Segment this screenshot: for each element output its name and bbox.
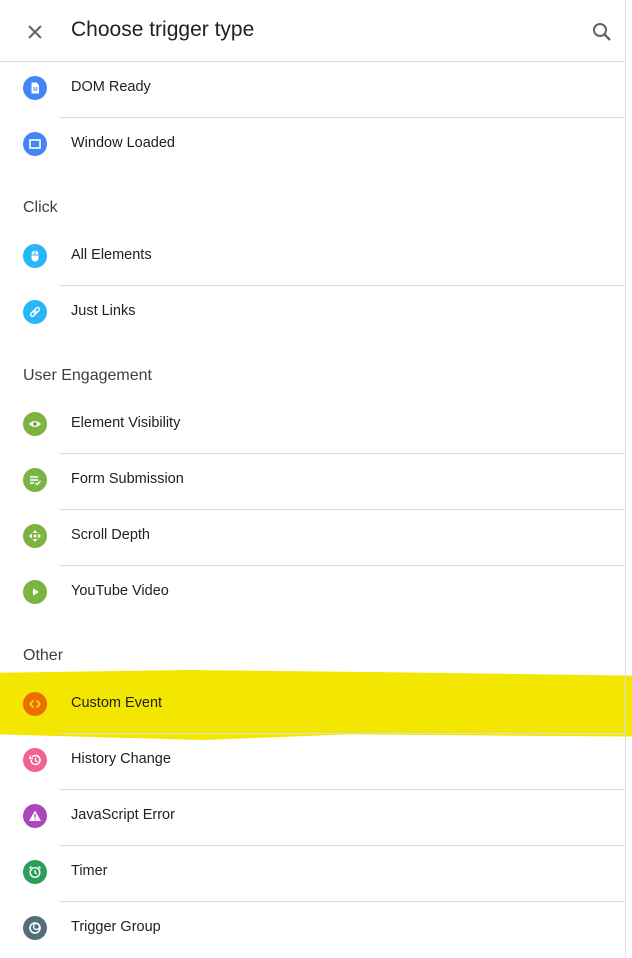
section-heading: Other	[0, 622, 626, 678]
link-icon	[23, 300, 47, 324]
trigger-type-label: All Elements	[71, 247, 152, 263]
trigger-type-trigger-group[interactable]: Trigger Group	[0, 902, 626, 958]
search-icon	[593, 23, 611, 41]
history-icon	[23, 748, 47, 772]
trigger-type-label: Element Visibility	[71, 415, 181, 431]
trigger-type-youtube-video[interactable]: YouTube Video	[0, 566, 626, 622]
trigger-type-label: Window Loaded	[71, 135, 175, 151]
play-icon	[23, 580, 47, 604]
trigger-type-all-elements[interactable]: All Elements	[0, 230, 626, 286]
trigger-type-label: Form Submission	[71, 471, 184, 487]
trigger-type-timer[interactable]: Timer	[0, 846, 626, 902]
dialog-header: Choose trigger type	[0, 0, 626, 62]
search-button[interactable]	[588, 18, 616, 46]
section-heading: Click	[0, 174, 626, 230]
trigger-type-history-change[interactable]: History Change	[0, 734, 626, 790]
close-icon	[28, 25, 42, 39]
trigger-type-label: DOM Ready	[71, 79, 151, 95]
trigger-group-icon	[23, 916, 47, 940]
move-arrows-icon	[23, 524, 47, 548]
warning-icon	[23, 804, 47, 828]
close-button[interactable]	[20, 17, 50, 47]
trigger-type-just-links[interactable]: Just Links	[0, 286, 626, 342]
alarm-icon	[23, 860, 47, 884]
trigger-type-label: Timer	[71, 863, 108, 879]
trigger-type-window-loaded[interactable]: Window Loaded	[0, 118, 626, 174]
section-heading-label: User Engagement	[23, 367, 152, 384]
trigger-type-form-submission[interactable]: Form Submission	[0, 454, 626, 510]
trigger-type-scroll-depth[interactable]: Scroll Depth	[0, 510, 626, 566]
form-check-icon	[23, 468, 47, 492]
document-icon	[23, 76, 47, 100]
trigger-type-dom-ready[interactable]: DOM Ready	[0, 62, 626, 118]
trigger-type-list: DOM Ready Window Loaded Click All Elements J…	[0, 62, 626, 958]
trigger-type-label: JavaScript Error	[71, 807, 175, 823]
trigger-type-label: Custom Event	[71, 695, 163, 711]
code-icon	[23, 692, 47, 716]
trigger-type-label: Trigger Group	[71, 919, 161, 935]
trigger-type-label: Scroll Depth	[71, 527, 150, 543]
trigger-type-element-visibility[interactable]: Element Visibility	[0, 398, 626, 454]
trigger-type-label: History Change	[71, 751, 171, 767]
mouse-icon	[23, 244, 47, 268]
trigger-type-label: YouTube Video	[71, 583, 169, 599]
dialog-title: Choose trigger type	[71, 18, 255, 41]
section-heading: User Engagement	[0, 342, 626, 398]
eye-icon	[23, 412, 47, 436]
trigger-type-custom-event[interactable]: Custom Event	[0, 678, 626, 734]
section-heading-label: Click	[23, 199, 58, 216]
trigger-type-label: Just Links	[71, 303, 136, 319]
trigger-type-javascript-error[interactable]: JavaScript Error	[0, 790, 626, 846]
section-heading-label: Other	[23, 647, 64, 664]
window-icon	[23, 132, 47, 156]
